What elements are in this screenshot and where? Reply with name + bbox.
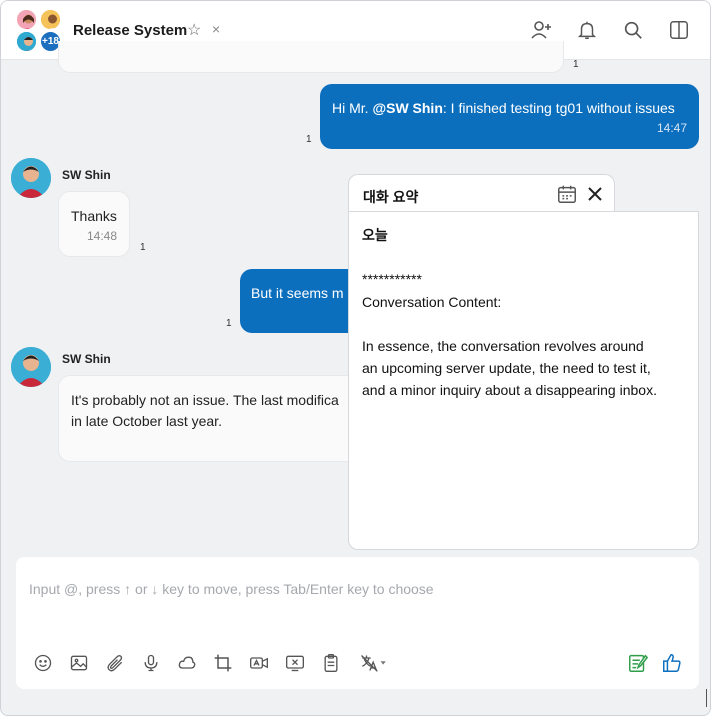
message-text: Hi Mr. @SW Shin: I finished testing tg01… bbox=[332, 100, 675, 116]
screen-share-icon[interactable] bbox=[284, 652, 306, 674]
clipboard-icon[interactable] bbox=[320, 652, 342, 674]
message-text: Thanks bbox=[71, 208, 117, 224]
message-bubble: Thanks 14:48 bbox=[58, 191, 130, 257]
crop-icon[interactable] bbox=[212, 652, 234, 674]
read-count: 1 bbox=[573, 59, 579, 70]
bell-icon[interactable] bbox=[574, 17, 600, 43]
close-icon[interactable]: × bbox=[212, 21, 220, 37]
image-icon[interactable] bbox=[68, 652, 90, 674]
summary-panel-body: 오늘 *********** Conversation Content: In … bbox=[348, 211, 699, 550]
message-time: 14:47 bbox=[656, 121, 687, 135]
mention-tag[interactable]: @SW Shin bbox=[372, 100, 442, 116]
close-icon[interactable] bbox=[585, 184, 605, 209]
microphone-icon[interactable] bbox=[140, 652, 162, 674]
summary-text-line: In essence, the conversation revolves ar… bbox=[362, 338, 644, 354]
composer-placeholder[interactable]: Input @, press ↑ or ↓ key to move, press… bbox=[29, 581, 434, 597]
add-user-icon[interactable] bbox=[528, 17, 554, 43]
read-count: 1 bbox=[306, 134, 312, 145]
star-icon[interactable]: ☆ bbox=[187, 20, 201, 40]
avatar[interactable] bbox=[11, 347, 51, 387]
notes-icon[interactable] bbox=[627, 652, 649, 674]
summary-text-line: an upcoming server update, the need to t… bbox=[362, 360, 651, 376]
chat-title: Release System bbox=[73, 22, 188, 39]
avatar[interactable] bbox=[11, 158, 51, 198]
message-text-line: It's probably not an issue. The last mod… bbox=[71, 392, 339, 408]
summary-text-line: and a minor inquiry about a disappearing… bbox=[362, 382, 657, 398]
calendar-icon[interactable] bbox=[556, 183, 578, 210]
member-avatar bbox=[15, 8, 38, 31]
read-count: 1 bbox=[140, 242, 146, 253]
sender-name: SW Shin bbox=[62, 352, 111, 366]
resize-handle[interactable] bbox=[706, 689, 707, 707]
side-panel-icon[interactable] bbox=[666, 17, 692, 43]
message-text-line: in late October last year. bbox=[71, 413, 222, 429]
message-time: 14:48 bbox=[86, 229, 117, 243]
member-avatar bbox=[15, 30, 38, 53]
summary-panel-header: 대화 요약 bbox=[348, 174, 615, 213]
translate-off-icon[interactable] bbox=[356, 652, 392, 674]
attachment-icon[interactable] bbox=[104, 652, 126, 674]
read-count: 1 bbox=[226, 318, 232, 329]
search-icon[interactable] bbox=[620, 17, 646, 43]
message-bubble bbox=[58, 41, 564, 73]
thumbs-up-icon[interactable] bbox=[661, 652, 683, 674]
video-record-icon[interactable] bbox=[248, 652, 270, 674]
member-avatar bbox=[39, 8, 62, 31]
cloud-icon[interactable] bbox=[176, 652, 198, 674]
chat-window: +18 Release System ☆ × 1 Hi Mr. @SW Shin… bbox=[0, 0, 711, 716]
message-composer[interactable]: Input @, press ↑ or ↓ key to move, press… bbox=[16, 557, 699, 689]
summary-separator: *********** bbox=[362, 271, 422, 287]
summary-title: 대화 요약 bbox=[363, 189, 419, 205]
message-bubble-outgoing: Hi Mr. @SW Shin: I finished testing tg01… bbox=[320, 84, 699, 149]
summary-date: 오늘 bbox=[362, 227, 388, 243]
sender-name: SW Shin bbox=[62, 168, 111, 182]
summary-label: Conversation Content: bbox=[362, 294, 502, 310]
emoji-icon[interactable] bbox=[32, 652, 54, 674]
message-bubble: It's probably not an issue. The last mod… bbox=[58, 375, 368, 462]
message-text: But it seems m bbox=[251, 285, 344, 301]
